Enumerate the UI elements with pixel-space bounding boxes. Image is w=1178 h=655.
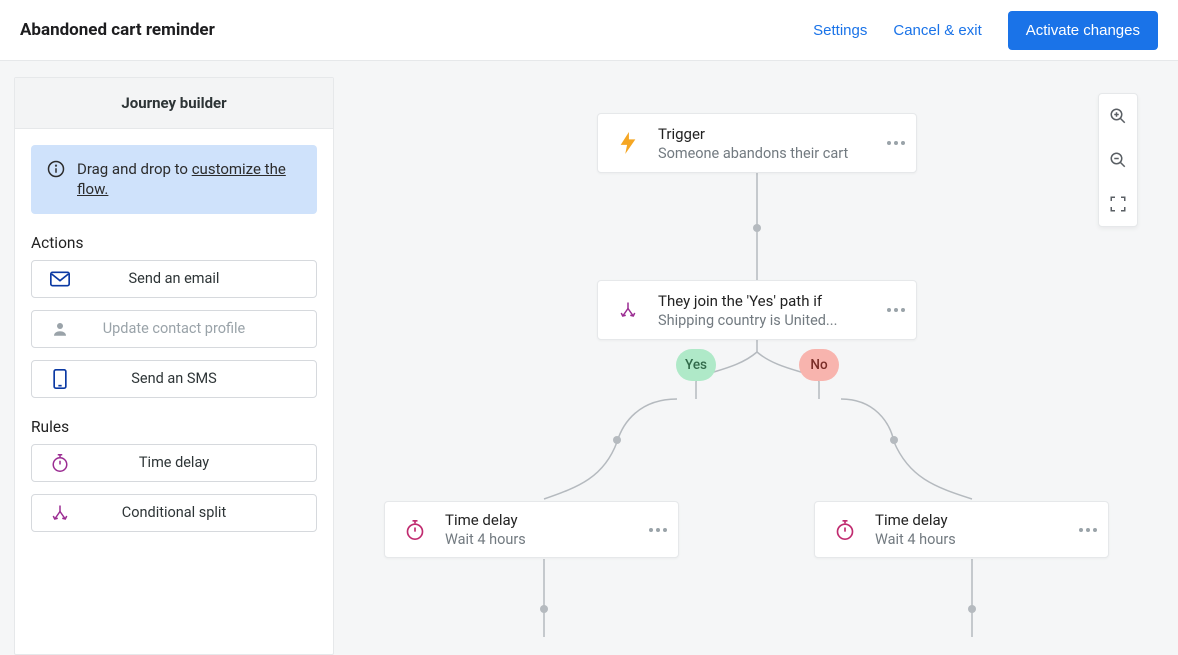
flow-canvas[interactable]: Trigger Someone abandons their cart They… [334,77,1178,655]
stopwatch-icon [835,519,855,541]
section-actions: Actions [31,234,317,252]
node-menu-button[interactable] [876,308,916,312]
action-send-sms[interactable]: Send an SMS [31,360,317,398]
connector-dot [753,224,761,232]
split-icon [51,504,69,522]
info-banner: Drag and drop to customize the flow. [31,145,317,214]
zoom-out-button[interactable] [1099,138,1137,182]
zoom-in-icon [1109,107,1127,125]
node-trigger[interactable]: Trigger Someone abandons their cart [597,113,917,173]
banner-text: Drag and drop to [77,160,192,178]
zoom-out-icon [1109,151,1127,169]
person-icon [51,320,69,338]
connector-dot [613,436,621,444]
info-icon [47,160,65,178]
action-send-email[interactable]: Send an email [31,260,317,298]
node-conditional-split[interactable]: They join the 'Yes' path if Shipping cou… [597,280,917,340]
zoom-in-button[interactable] [1099,94,1137,138]
phone-icon [53,369,67,389]
stopwatch-icon [51,453,69,473]
section-rules: Rules [31,418,317,436]
sidebar: Journey builder Drag and drop to customi… [14,77,334,655]
node-title: Time delay [875,511,1068,529]
rule-time-delay[interactable]: Time delay [31,444,317,482]
node-subtitle: Wait 4 hours [875,531,1068,548]
cancel-exit-link[interactable]: Cancel & exit [893,22,981,39]
action-update-contact: Update contact profile [31,310,317,348]
node-subtitle: Shipping country is United... [658,312,876,329]
sidebar-heading: Journey builder [15,78,333,129]
split-icon [619,301,637,319]
mail-icon [50,271,70,287]
settings-link[interactable]: Settings [813,22,867,39]
top-bar: Abandoned cart reminder Settings Cancel … [0,0,1178,61]
connector-dot [968,605,976,613]
stopwatch-icon [405,519,425,541]
rule-conditional-split[interactable]: Conditional split [31,494,317,532]
node-title: Time delay [445,511,638,529]
page-title: Abandoned cart reminder [20,20,215,40]
node-menu-button[interactable] [638,528,678,532]
branch-yes-label: Yes [676,349,716,381]
node-menu-button[interactable] [1068,528,1108,532]
node-menu-button[interactable] [876,141,916,145]
node-title: Trigger [658,125,876,143]
fit-screen-button[interactable] [1099,182,1137,226]
node-subtitle: Someone abandons their cart [658,145,876,162]
connector-dot [540,605,548,613]
branch-no-label: No [799,349,839,381]
fit-icon [1109,195,1127,213]
activate-button[interactable]: Activate changes [1008,11,1158,50]
zoom-controls [1098,93,1138,227]
connector-dot [890,436,898,444]
node-time-delay-yes[interactable]: Time delay Wait 4 hours [384,501,679,558]
node-subtitle: Wait 4 hours [445,531,638,548]
node-time-delay-no[interactable]: Time delay Wait 4 hours [814,501,1109,558]
bolt-icon [620,132,636,154]
node-title: They join the 'Yes' path if [658,292,876,310]
